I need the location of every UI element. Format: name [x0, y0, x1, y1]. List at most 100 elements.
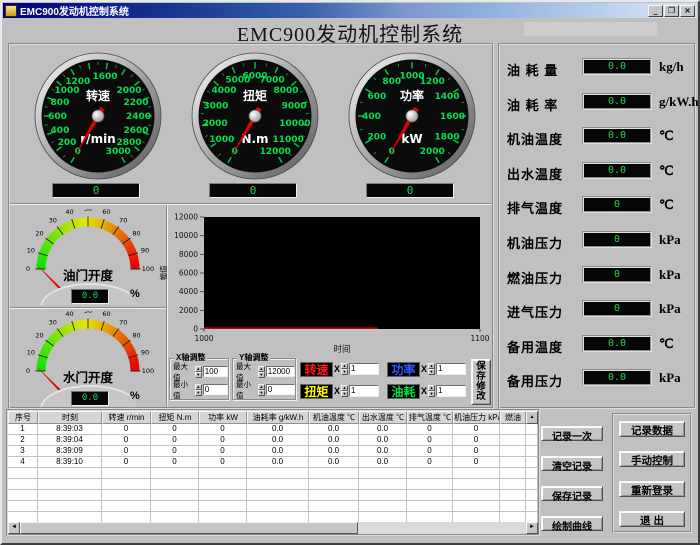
table-cell: 0 [102, 424, 151, 435]
fuel-multiplier-spinner[interactable]: ▲▼ [428, 385, 435, 397]
close-button[interactable]: × [680, 5, 695, 17]
relogin-button[interactable]: 重新登录 [619, 481, 685, 497]
svg-text:3000: 3000 [203, 102, 228, 112]
table-cell [309, 468, 359, 479]
column-header: 功率 kW [199, 411, 247, 424]
column-header: 排气温度 ℃ [407, 411, 453, 424]
svg-text:1800: 1800 [435, 132, 460, 142]
oil-pressure-label: 机油压力 [507, 233, 563, 252]
table-cell [199, 468, 247, 479]
svg-text:1000: 1000 [194, 334, 213, 343]
table-cell: 0.0 [359, 435, 407, 446]
power-curve-label[interactable]: 功率 [387, 362, 420, 377]
y-axis-max-spinner[interactable]: ▲▼ [258, 366, 265, 378]
table-row[interactable] [8, 490, 538, 501]
svg-text:扭矩: 扭矩 [243, 88, 267, 103]
table-cell: 0 [453, 435, 500, 446]
speed-curve-label[interactable]: 转速 [300, 362, 333, 377]
table-cell: 0.0 [309, 424, 359, 435]
water-out-temperature-value-box[interactable]: 0.0 [582, 162, 652, 179]
speed-multiplier-spinner[interactable]: ▲▼ [341, 363, 348, 375]
svg-text:0: 0 [389, 147, 395, 157]
header-scroll-arrow-button[interactable]: ▲ [526, 411, 538, 424]
maximize-button[interactable]: ❐ [664, 5, 679, 17]
oil-temperature-value-box[interactable]: 0.0 [582, 127, 652, 144]
scrollbar-thumb[interactable] [20, 522, 358, 534]
power-digital-display: 0 [366, 183, 454, 198]
fuel-pressure-value-box[interactable]: 0 [582, 266, 652, 283]
exhaust-temperature-label: 排气温度 [507, 198, 563, 217]
table-cell: 0.0 [247, 424, 309, 435]
intake-pressure-value-box[interactable]: 0 [582, 300, 652, 317]
table-row[interactable] [8, 501, 538, 512]
svg-text:70: 70 [119, 216, 127, 224]
minimize-button[interactable]: _ [648, 5, 663, 17]
table-cell [407, 468, 453, 479]
fuel-rate-value-box[interactable]: 0.0 [582, 93, 652, 110]
scroll-right-button[interactable]: ► [526, 522, 538, 534]
torque-multiplier-spinner[interactable]: ▲▼ [341, 385, 348, 397]
horizontal-scrollbar[interactable]: ◄ ► [8, 522, 538, 534]
scroll-left-button[interactable]: ◄ [8, 522, 20, 534]
x-axis-max-spinner[interactable]: ▲▼ [195, 366, 202, 378]
table-cell [500, 435, 526, 446]
record-once-button[interactable]: 记录一次 [541, 426, 603, 441]
record-data-button[interactable]: 记录数据 [619, 421, 685, 437]
svg-text:转速: 转速 [86, 88, 110, 103]
throttle-opening-meter: 0102030405060708090100油门开度0.0% [12, 209, 164, 305]
x-axis-min-spinner[interactable]: ▲▼ [195, 384, 202, 396]
y-axis-min-input[interactable]: 0 [266, 384, 295, 395]
torque-curve-label[interactable]: 扭矩 [300, 384, 333, 399]
oil-pressure-value-box[interactable]: 0 [582, 231, 652, 248]
throttle-opening-unit: % [130, 288, 140, 300]
table-cell: 3 [8, 446, 38, 457]
x-axis-min-input[interactable]: 0 [203, 384, 228, 395]
draw-curve-button[interactable]: 绘制曲线 [541, 516, 603, 531]
svg-text:20: 20 [35, 230, 43, 238]
exhaust-temperature-value-box[interactable]: 0 [582, 196, 652, 213]
power-multiplier-spinner[interactable]: ▲▼ [428, 363, 435, 375]
table-row[interactable]: 28:39:040000.00.00.000 [8, 435, 538, 446]
fuel-multiplier-input[interactable]: 1 [436, 385, 466, 397]
exit-button[interactable]: 退 出 [619, 511, 685, 527]
table-cell [526, 490, 538, 501]
table-row[interactable]: 48:39:100000.00.00.000 [8, 457, 538, 468]
svg-text:1100: 1100 [470, 334, 489, 343]
table-cell [500, 457, 526, 468]
divider [10, 203, 492, 205]
power-multiplier-input[interactable]: 1 [436, 363, 466, 375]
fuel-curve-label[interactable]: 油耗 [387, 384, 420, 399]
table-cell [500, 479, 526, 490]
svg-text:1000: 1000 [54, 86, 79, 96]
table-row[interactable]: 38:39:090000.00.00.000 [8, 446, 538, 457]
x-axis-max-input[interactable]: 100 [203, 366, 228, 377]
save-records-button[interactable]: 保存记录 [541, 486, 603, 501]
table-row[interactable] [8, 479, 538, 490]
y-axis-min-label: 最小值 [236, 379, 258, 401]
svg-text:200: 200 [368, 132, 387, 142]
save-modify-button[interactable]: 保存修改 [471, 359, 491, 405]
torque-multiplier-input[interactable]: 1 [349, 385, 379, 397]
water-out-temperature-label: 出水温度 [507, 164, 563, 183]
table-cell: 0 [407, 457, 453, 468]
spare-pressure-value-box[interactable]: 0.0 [582, 369, 652, 386]
y-axis-max-input[interactable]: 12000 [266, 366, 295, 377]
clear-records-button[interactable]: 清空记录 [541, 456, 603, 471]
svg-text:1200: 1200 [65, 77, 90, 87]
svg-text:80: 80 [132, 332, 140, 340]
fuel-consumption-label: 油 耗 量 [507, 60, 558, 79]
column-header: 出水温度 ℃ [359, 411, 407, 424]
manual-control-button[interactable]: 手动控制 [619, 451, 685, 467]
table-cell [8, 490, 38, 501]
speed-multiplier-input[interactable]: 1 [349, 363, 379, 375]
spare-temperature-value-box[interactable]: 0.0 [582, 335, 652, 352]
svg-text:800: 800 [51, 98, 70, 108]
y-axis-min-spinner[interactable]: ▲▼ [258, 384, 265, 396]
table-row[interactable] [8, 468, 538, 479]
fuel-consumption-value-box[interactable]: 0.0 [582, 58, 652, 75]
svg-text:12000: 12000 [260, 147, 291, 157]
svg-text:2000: 2000 [179, 306, 198, 315]
table-row[interactable]: 18:39:030000.00.00.000 [8, 424, 538, 435]
table-cell [500, 424, 526, 435]
table-cell [8, 468, 38, 479]
